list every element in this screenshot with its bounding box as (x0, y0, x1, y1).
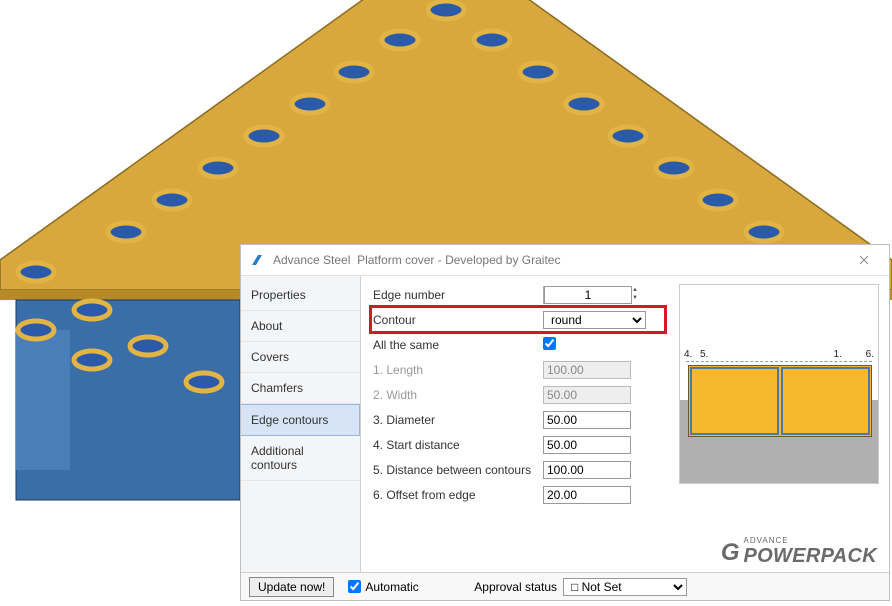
label-length: 1. Length (371, 363, 543, 377)
diameter-input[interactable] (543, 411, 631, 429)
automatic-checkbox[interactable] (348, 580, 361, 593)
dialog-platform-cover: Advance Steel Platform cover - Developed… (240, 244, 890, 601)
preview-plate (688, 365, 872, 437)
tab-about[interactable]: About (241, 311, 360, 342)
row-contour-highlighted: Contour round (371, 307, 665, 332)
window-title: Advance Steel Platform cover - Developed… (273, 253, 847, 267)
graitec-g-icon: G (721, 539, 740, 567)
update-now-button[interactable]: Update now! (249, 577, 334, 597)
tab-chamfers[interactable]: Chamfers (241, 373, 360, 404)
label-diameter: 3. Diameter (371, 413, 543, 427)
offset-edge-input[interactable] (543, 486, 631, 504)
dim-1: 1. (834, 349, 842, 360)
close-button[interactable] (847, 249, 881, 271)
contour-select[interactable]: round (543, 311, 646, 329)
label-contour: Contour (371, 313, 543, 327)
label-width: 2. Width (371, 388, 543, 402)
tab-label: Chamfers (251, 381, 303, 395)
tab-label: Edge contours (251, 413, 328, 427)
tab-label: Covers (251, 350, 289, 364)
tab-label: About (251, 319, 282, 333)
label-edge-number: Edge number (371, 288, 543, 302)
distance-between-input[interactable] (543, 461, 631, 479)
dim-5: 5. (700, 349, 708, 360)
edge-number-input[interactable] (544, 286, 632, 304)
tab-label: Properties (251, 288, 306, 302)
autodesk-icon (249, 252, 265, 268)
label-offset-edge: 6. Offset from edge (371, 488, 543, 502)
form-area: Edge number ▲▼ Contour round (361, 276, 889, 572)
spinner-up-icon[interactable]: ▲ (632, 287, 638, 295)
tab-additional-contours[interactable]: Additional contours (241, 436, 360, 481)
tab-edge-contours[interactable]: Edge contours (241, 404, 360, 436)
preview-panel: 4. 5. 1. 2. 6. (679, 284, 879, 484)
label-start-distance: 4. Start distance (371, 438, 543, 452)
automatic-label: Automatic (365, 580, 418, 594)
length-input (543, 361, 631, 379)
dim-6: 6. (866, 349, 874, 360)
automatic-checkbox-wrap[interactable]: Automatic (348, 580, 418, 594)
tab-covers[interactable]: Covers (241, 342, 360, 373)
label-all-same: All the same (371, 338, 543, 352)
width-input (543, 386, 631, 404)
label-distance-between: 5. Distance between contours (371, 463, 543, 477)
dim-4: 4. (684, 349, 692, 360)
tab-properties[interactable]: Properties (241, 280, 360, 311)
titlebar: Advance Steel Platform cover - Developed… (241, 245, 889, 275)
sidebar: Properties About Covers Chamfers Edge co… (241, 276, 361, 572)
approval-status-select[interactable]: □ Not Set (563, 578, 687, 596)
edge-number-spinner[interactable]: ▲▼ (543, 286, 575, 304)
bottom-bar: Update now! Automatic Approval status □ … (241, 572, 889, 600)
start-distance-input[interactable] (543, 436, 631, 454)
approval-status-label: Approval status (474, 580, 557, 594)
tab-label: Additional contours (251, 444, 304, 472)
all-same-checkbox[interactable] (543, 337, 556, 350)
spinner-down-icon[interactable]: ▼ (632, 295, 638, 303)
brand-logo: G ADVANCE POWERPACK (721, 537, 877, 568)
